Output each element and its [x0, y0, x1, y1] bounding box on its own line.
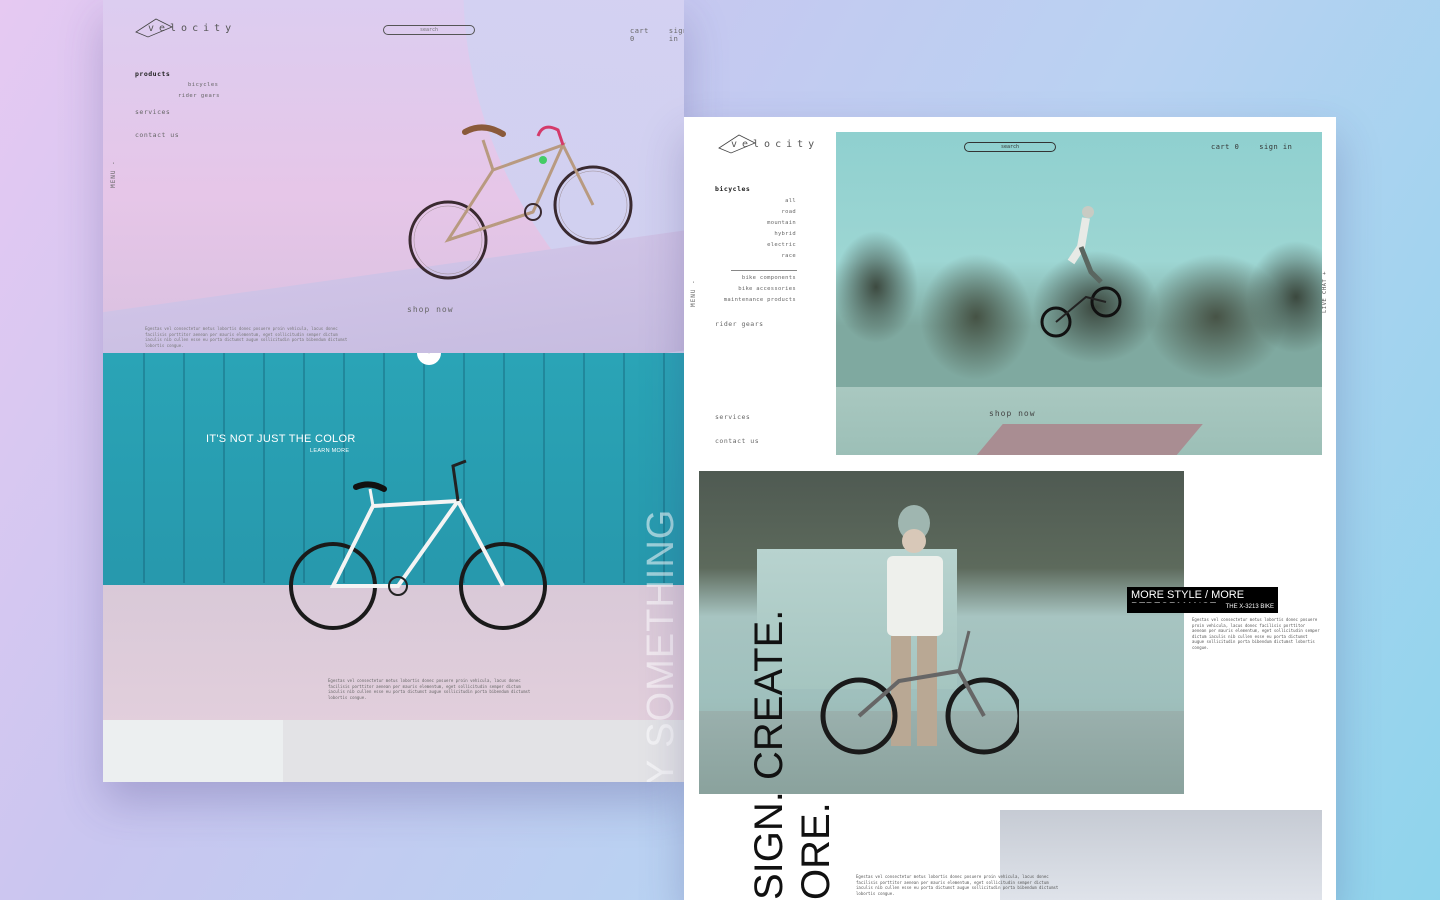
nav-maintenance-products[interactable]: maintenance products: [706, 297, 796, 303]
nav-bicycles[interactable]: bicycles: [188, 82, 219, 88]
shop-now-link[interactable]: shop now: [989, 409, 1036, 418]
top-nav: cart 0 sign in: [1211, 143, 1292, 151]
bmx-rider-illustration: [1040, 206, 1122, 338]
nav-contact-us[interactable]: contact us: [715, 437, 759, 445]
wall-slat: [223, 353, 225, 583]
scroll-dot-button[interactable]: ◦: [417, 353, 441, 365]
right-hero-image: search cart 0 sign in shop now: [836, 132, 1322, 455]
section-body-text: Egestas vel consectetur metus lobortis d…: [328, 678, 531, 700]
wall-slat: [583, 353, 585, 583]
nav-sub-hybrid[interactable]: hybrid: [706, 231, 796, 237]
promo-subtitle: THE X-3213 BIKE: [1225, 604, 1274, 610]
promo-sub-box: THE X-3213 BIKE: [1127, 603, 1278, 613]
wall-slat: [143, 353, 145, 583]
red-ramp: [969, 424, 1203, 455]
nav-sub-race[interactable]: race: [706, 253, 796, 259]
menu-toggle[interactable]: MENU -: [110, 160, 117, 188]
nav-sub-road[interactable]: road: [706, 209, 796, 215]
rider-with-bmx-illustration: [820, 505, 1019, 755]
brand-logo[interactable]: velocity: [718, 134, 819, 154]
nav-products[interactable]: products: [135, 70, 170, 78]
nav-bicycles[interactable]: bicycles: [715, 185, 750, 193]
brand-logo[interactable]: velocity: [135, 18, 236, 38]
search-input[interactable]: search: [964, 142, 1056, 152]
nav-bike-components[interactable]: bike components: [706, 275, 796, 281]
wall-slat: [623, 353, 625, 583]
promo-title-box: MORE STYLE / MORE PERFORMANCE: [1127, 587, 1278, 613]
top-nav: cart 0 sign in: [630, 27, 684, 43]
nav-services[interactable]: services: [715, 413, 750, 421]
vertical-slogan-1: SIGN. CREATE.: [747, 609, 791, 900]
nav-sub-electric[interactable]: electric: [706, 242, 796, 248]
nav-rider-gears[interactable]: rider gears: [178, 93, 220, 99]
nav-sub-all[interactable]: all: [706, 198, 796, 204]
search-input[interactable]: search: [383, 25, 475, 35]
nav-divider: [731, 270, 797, 271]
shop-now-link[interactable]: shop now: [407, 305, 454, 314]
wall-slat: [183, 353, 185, 583]
live-chat-button[interactable]: LIVE CHAT +: [1322, 271, 1328, 313]
hero-body-text: Egestas vel consectetur metus lobortis d…: [145, 326, 348, 348]
road-bike-illustration: [408, 124, 633, 280]
sign-in-link[interactable]: sign in: [669, 27, 684, 43]
vertical-slogan-2: ORE.: [794, 802, 838, 900]
nav-contact-us[interactable]: contact us: [135, 131, 179, 139]
left-page-mockup: velocity search cart 0 sign in products …: [103, 0, 684, 782]
diamond-logo-icon: [135, 18, 173, 38]
menu-toggle[interactable]: MENU -: [690, 279, 697, 307]
sign-in-link[interactable]: sign in: [1259, 143, 1292, 151]
right-page-mockup: velocity bicycles all road mountain hybr…: [684, 117, 1336, 900]
brick-wall: [103, 720, 684, 782]
vertical-slogan: Y SOMETHING: [640, 508, 682, 782]
bottom-body-text: Egestas vel consectetur metus lobortis d…: [856, 874, 1059, 896]
nav-bike-accessories[interactable]: bike accessories: [706, 286, 796, 292]
left-hero: velocity search cart 0 sign in products …: [103, 0, 684, 353]
promo-body-text: Egestas vel consectetur metus lobortis d…: [1192, 617, 1320, 650]
diamond-logo-icon: [718, 134, 756, 154]
learn-more-link[interactable]: LEARN MORE: [310, 448, 349, 454]
tagline: IT'S NOT JUST THE COLOR: [206, 433, 356, 445]
wall-slat: [263, 353, 265, 583]
cart-link[interactable]: cart 0: [1211, 143, 1239, 151]
cart-link[interactable]: cart 0: [630, 27, 649, 43]
nav-rider-gears[interactable]: rider gears: [715, 320, 764, 328]
nav-services[interactable]: services: [135, 108, 170, 116]
left-blue-section: ◦ IT'S NOT JUST THE COLOR LEARN MORE Ege…: [103, 353, 684, 782]
white-bike-illustration: [289, 459, 547, 630]
nav-sub-mountain[interactable]: mountain: [706, 220, 796, 226]
